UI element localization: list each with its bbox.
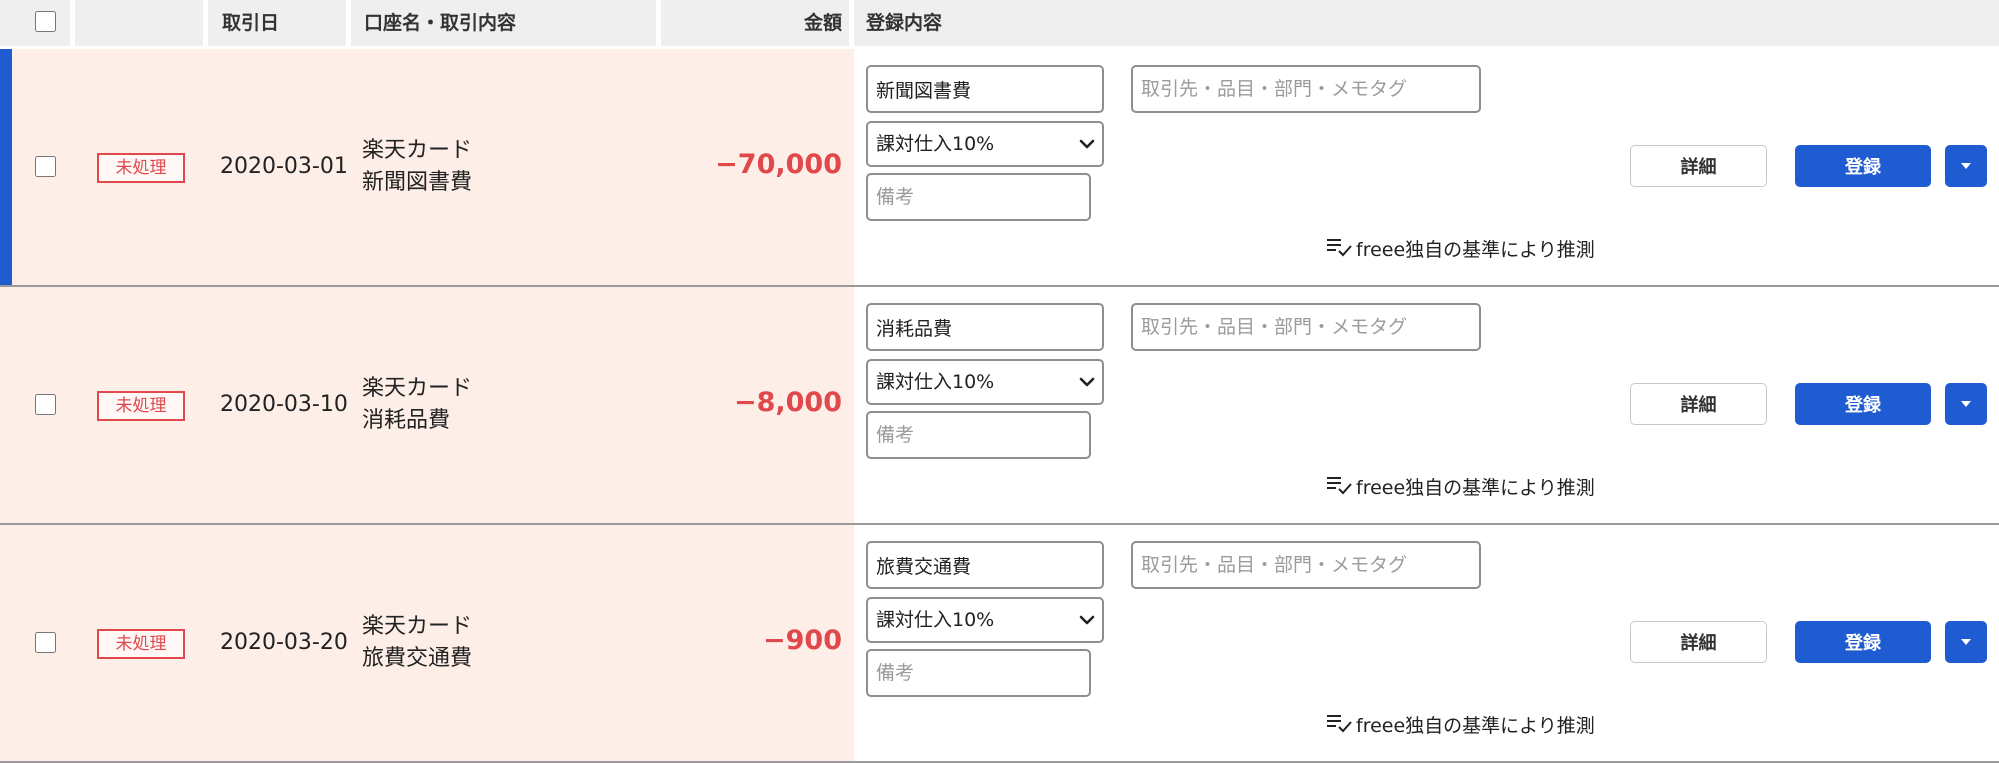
tax-category-select[interactable]: 課対仕入10%: [866, 121, 1104, 167]
transaction-date: 2020-03-01: [220, 154, 348, 179]
register-button[interactable]: 登録: [1795, 621, 1931, 663]
register-options-button[interactable]: [1945, 145, 1987, 187]
memo-input[interactable]: [866, 649, 1091, 697]
detail-button[interactable]: 詳細: [1630, 621, 1767, 663]
register-button[interactable]: 登録: [1795, 145, 1931, 187]
guess-note: freee独自の基準により推測: [1326, 475, 1595, 500]
transaction-amount: −8,000: [733, 387, 842, 418]
account-info: 楽天カード 消耗品費: [362, 373, 472, 437]
transaction-date: 2020-03-20: [220, 630, 348, 655]
guess-note: freee独自の基準により推測: [1326, 237, 1595, 262]
caret-down-icon: [1959, 159, 1973, 174]
transaction-date: 2020-03-10: [220, 392, 348, 417]
header-divider: [656, 0, 661, 46]
header-amount: 金額: [780, 0, 842, 46]
header-checkbox-cell: [0, 0, 70, 46]
account-name: 楽天カード: [362, 376, 473, 401]
register-options-button[interactable]: [1945, 621, 1987, 663]
guess-text: freee独自の基準により推測: [1356, 239, 1595, 261]
header-divider: [849, 0, 854, 46]
transaction-description: 新聞図書費: [362, 170, 473, 195]
transaction-row: 未処理 2020-03-10 楽天カード 消耗品費 −8,000 課対仕入10%…: [0, 287, 1999, 525]
header-divider: [203, 0, 208, 46]
tax-category-select[interactable]: 課対仕入10%: [866, 359, 1104, 405]
select-all-checkbox[interactable]: [35, 11, 56, 32]
tags-input[interactable]: [1131, 303, 1481, 351]
guess-text: freee独自の基準により推測: [1356, 477, 1595, 499]
transaction-description: 消耗品費: [362, 408, 451, 433]
tags-input[interactable]: [1131, 65, 1481, 113]
header-account: 口座名・取引内容: [364, 0, 517, 46]
table-header: 取引日 口座名・取引内容 金額 登録内容: [0, 0, 1999, 46]
account-info: 楽天カード 新聞図書費: [362, 135, 472, 199]
row-checkbox[interactable]: [35, 394, 56, 415]
account-info: 楽天カード 旅費交通費: [362, 611, 472, 675]
detail-button[interactable]: 詳細: [1630, 383, 1767, 425]
row-checkbox[interactable]: [35, 632, 56, 653]
guess-note: freee独自の基準により推測: [1326, 713, 1595, 738]
account-item-input[interactable]: [866, 303, 1104, 351]
account-name: 楽天カード: [362, 138, 473, 163]
status-badge: 未処理: [97, 153, 185, 183]
transaction-amount: −70,000: [715, 149, 842, 180]
transaction-row: 未処理 2020-03-20 楽天カード 旅費交通費 −900 課対仕入10% …: [0, 525, 1999, 763]
register-button[interactable]: 登録: [1795, 383, 1931, 425]
memo-input[interactable]: [866, 173, 1091, 221]
account-name: 楽天カード: [362, 614, 473, 639]
transaction-description: 旅費交通費: [362, 646, 473, 671]
status-badge: 未処理: [97, 391, 185, 421]
list-check-icon: [1326, 237, 1354, 259]
account-item-input[interactable]: [866, 65, 1104, 113]
header-divider: [346, 0, 351, 46]
detail-button[interactable]: 詳細: [1630, 145, 1767, 187]
row-checkbox[interactable]: [35, 156, 56, 177]
list-check-icon: [1326, 475, 1354, 497]
header-registration: 登録内容: [866, 0, 943, 46]
caret-down-icon: [1959, 635, 1973, 650]
tags-input[interactable]: [1131, 541, 1481, 589]
caret-down-icon: [1959, 397, 1973, 412]
tax-category-select[interactable]: 課対仕入10%: [866, 597, 1104, 643]
transaction-row: 未処理 2020-03-01 楽天カード 新聞図書費 −70,000 課対仕入1…: [0, 49, 1999, 287]
status-badge: 未処理: [97, 629, 185, 659]
guess-text: freee独自の基準により推測: [1356, 715, 1595, 737]
memo-input[interactable]: [866, 411, 1091, 459]
header-date: 取引日: [222, 0, 280, 46]
active-row-indicator: [0, 49, 12, 285]
account-item-input[interactable]: [866, 541, 1104, 589]
list-check-icon: [1326, 713, 1354, 735]
header-divider: [70, 0, 75, 46]
transaction-amount: −900: [763, 625, 842, 656]
register-options-button[interactable]: [1945, 383, 1987, 425]
